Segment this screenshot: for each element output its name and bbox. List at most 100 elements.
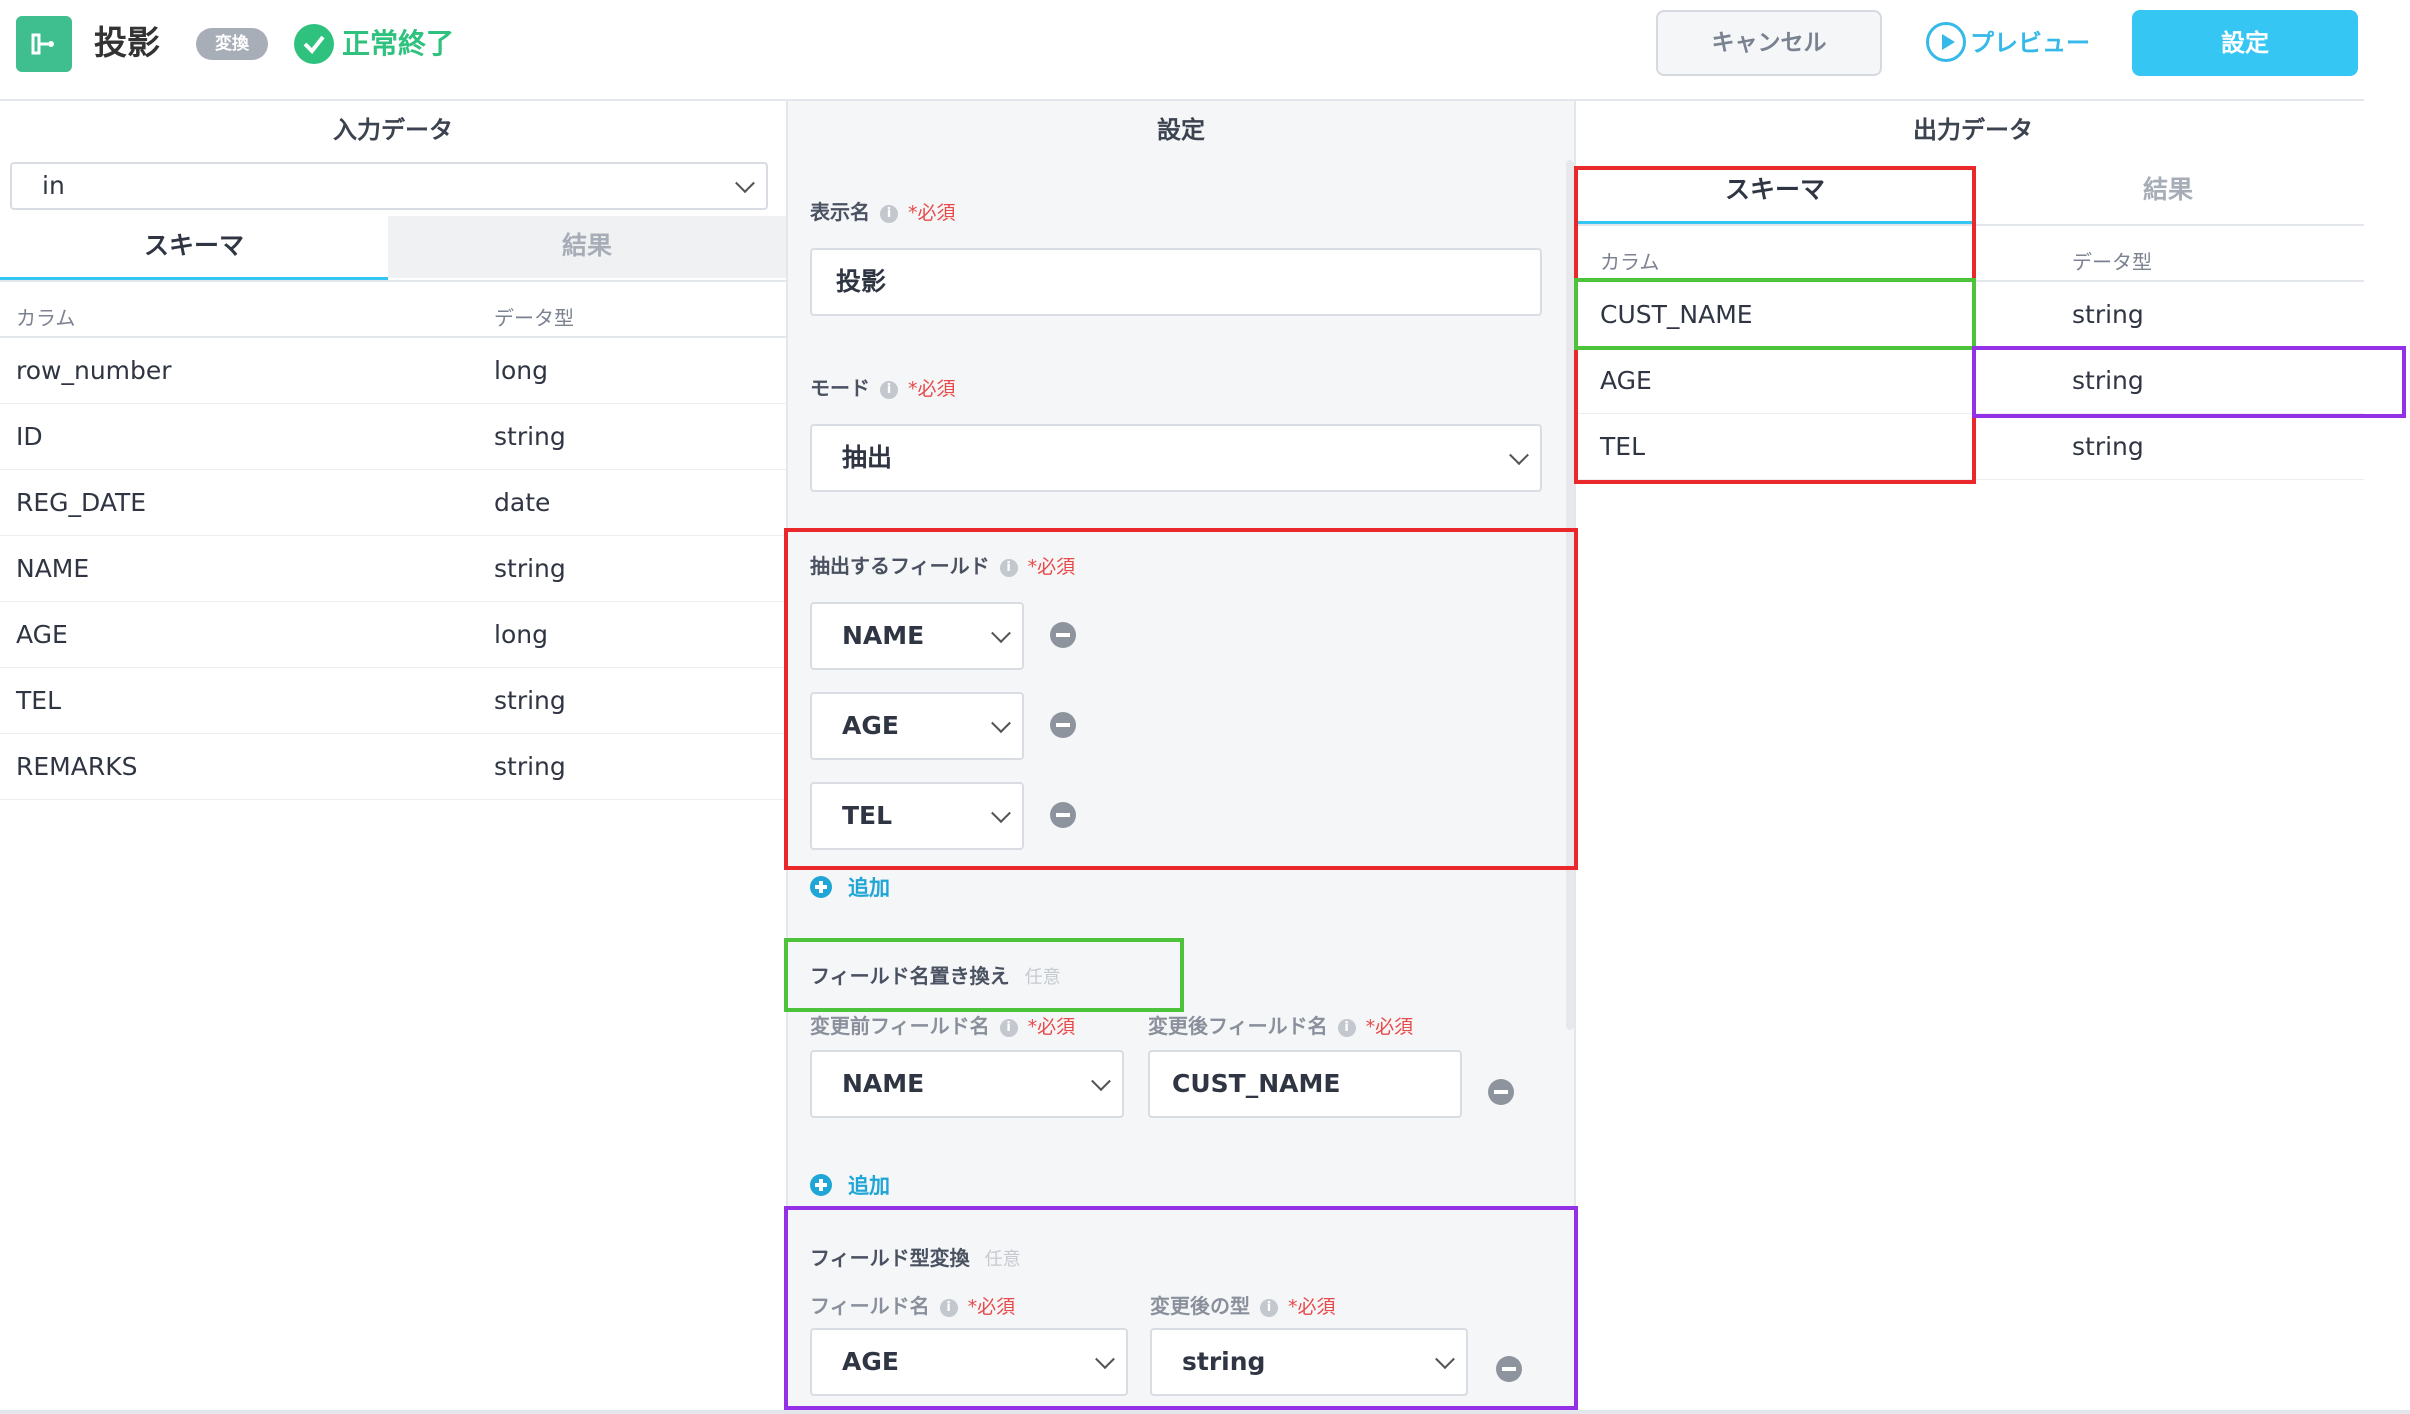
cast-type-select[interactable]: string [1150, 1328, 1468, 1396]
input-tab-schema[interactable]: スキーマ [0, 216, 388, 282]
required-mark: *必須 [1365, 1016, 1414, 1038]
rename-before-label-text: 変更前フィールド名 [810, 1014, 990, 1038]
table-row: REMARKS string [0, 734, 786, 800]
extract-field-select[interactable]: NAME [810, 602, 1024, 670]
info-icon[interactable]: i [880, 204, 898, 223]
required-mark: *必須 [908, 378, 956, 400]
table-row: CUST_NAME string [1578, 282, 2364, 348]
info-icon[interactable]: i [1260, 1298, 1278, 1317]
play-icon[interactable] [1926, 22, 1966, 62]
extract-fields-label-text: 抽出するフィールド [810, 554, 990, 578]
extract-fields-label: 抽出するフィールド i *必須 [810, 550, 1075, 579]
column-type: string [494, 554, 566, 583]
column-name: row_number [16, 356, 172, 385]
input-source-select[interactable]: in [10, 162, 768, 210]
rename-after-label: 変更後フィールド名 i *必須 [1148, 1010, 1413, 1039]
datatype-header: データ型 [494, 306, 574, 330]
column-type: string [494, 686, 566, 715]
display-name-label-text: 表示名 [810, 200, 870, 224]
chevron-down-icon [1509, 445, 1529, 466]
input-tab-result[interactable]: 結果 [388, 216, 786, 278]
column-name: ID [16, 422, 43, 451]
column-name: REG_DATE [16, 488, 147, 517]
datatype-header: データ型 [2072, 250, 2152, 274]
cast-type-label-text: 変更後の型 [1150, 1294, 1250, 1318]
cast-label-text: フィールド型変換 [810, 1246, 970, 1270]
remove-icon[interactable] [1488, 1079, 1514, 1105]
table-row: REG_DATE date [0, 470, 786, 536]
info-icon[interactable]: i [880, 380, 898, 399]
check-circle-icon [294, 24, 334, 64]
add-icon[interactable] [810, 876, 832, 898]
cast-field-select[interactable]: AGE [810, 1328, 1128, 1396]
remove-icon[interactable] [1050, 712, 1076, 738]
info-icon[interactable]: i [999, 1018, 1018, 1037]
column-header: カラム [1600, 250, 1660, 274]
cast-field-label: フィールド名 i *必須 [810, 1290, 1015, 1319]
column-type: string [494, 422, 566, 451]
tab-underline [1578, 224, 2364, 226]
cast-field-value: AGE [842, 1347, 899, 1376]
cast-label: フィールド型変換 任意 [810, 1242, 1021, 1271]
preview-button[interactable]: プレビュー [1970, 24, 2090, 62]
column-name: CUST_NAME [1600, 300, 1753, 329]
input-source-value: in [42, 171, 65, 200]
mode-label-text: モード [810, 376, 870, 400]
rename-before-value: NAME [842, 1069, 925, 1098]
column-name: REMARKS [16, 752, 138, 781]
rename-label-text: フィールド名置き換え [810, 964, 1010, 988]
column-name: AGE [1600, 366, 1652, 395]
table-row: TEL string [0, 668, 786, 734]
add-icon[interactable] [810, 1174, 832, 1196]
app-icon [16, 16, 72, 72]
required-mark: *必須 [967, 1296, 1016, 1318]
cast-field-label-text: フィールド名 [810, 1294, 930, 1318]
rename-before-select[interactable]: NAME [810, 1050, 1124, 1118]
chevron-down-icon [1091, 1071, 1111, 1092]
extract-field-value: TEL [842, 801, 893, 830]
table-row: AGE long [0, 602, 786, 668]
display-name-input[interactable]: 投影 [810, 248, 1542, 316]
table-row: row_number long [0, 338, 786, 404]
table-row: NAME string [0, 536, 786, 602]
column-type: long [494, 620, 548, 649]
output-tab-schema[interactable]: スキーマ [1578, 160, 1972, 226]
column-name: TEL [1600, 432, 1645, 461]
output-tab-result[interactable]: 結果 [1972, 160, 2364, 222]
extract-field-value: NAME [842, 621, 925, 650]
transform-icon [31, 33, 54, 55]
info-icon[interactable]: i [1337, 1018, 1356, 1037]
cast-type-label: 変更後の型 i *必須 [1150, 1290, 1336, 1319]
chevron-down-icon [991, 803, 1011, 824]
table-row: TEL string [1578, 414, 2364, 480]
mode-select[interactable]: 抽出 [810, 424, 1542, 492]
chevron-down-icon [1435, 1349, 1455, 1370]
extract-field-select[interactable]: AGE [810, 692, 1024, 760]
bottom-border [0, 1410, 2410, 1414]
input-panel-title: 入力データ [333, 116, 453, 144]
remove-icon[interactable] [1050, 622, 1076, 648]
column-type: string [2072, 366, 2144, 395]
extract-field-value: AGE [842, 711, 899, 740]
chevron-down-icon [735, 173, 755, 194]
add-rename-button[interactable]: 追加 [848, 1170, 890, 1200]
chevron-down-icon [991, 713, 1011, 734]
column-type: long [494, 356, 548, 385]
add-extract-field-button[interactable]: 追加 [848, 872, 890, 902]
remove-icon[interactable] [1050, 802, 1076, 828]
rename-after-input[interactable]: CUST_NAME [1148, 1050, 1462, 1118]
cancel-button[interactable]: キャンセル [1656, 10, 1882, 76]
extract-field-select[interactable]: TEL [810, 782, 1024, 850]
info-icon[interactable]: i [939, 1298, 958, 1317]
rename-label: フィールド名置き換え 任意 [810, 960, 1061, 989]
remove-icon[interactable] [1496, 1356, 1522, 1382]
save-button[interactable]: 設定 [2132, 10, 2358, 76]
column-header: カラム [16, 306, 76, 330]
column-type: string [2072, 432, 2144, 461]
column-name: TEL [16, 686, 61, 715]
info-icon[interactable]: i [999, 558, 1018, 577]
required-mark: *必須 [1027, 1016, 1076, 1038]
chevron-down-icon [1095, 1349, 1115, 1370]
settings-scrollbar[interactable] [1566, 160, 1574, 1030]
required-mark: *必須 [1288, 1296, 1336, 1318]
